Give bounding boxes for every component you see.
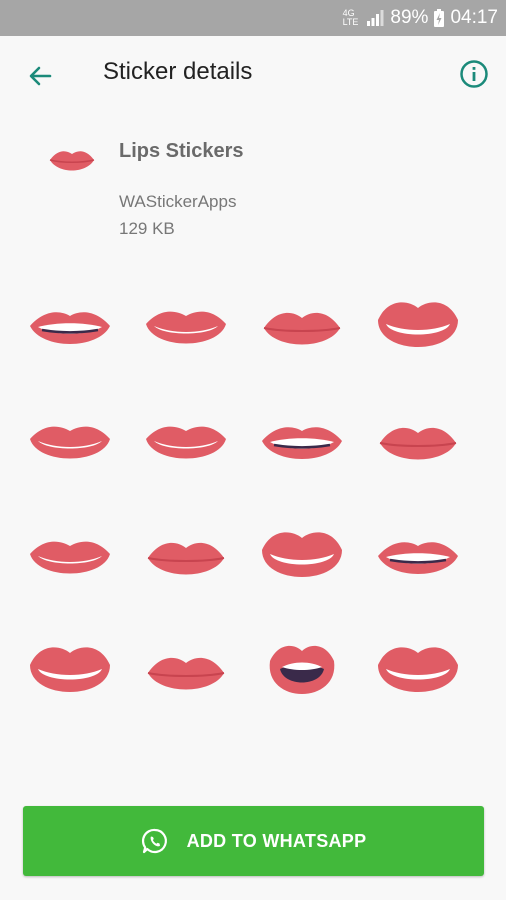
- lips-open-smile-icon: [30, 647, 110, 692]
- pack-icon-lips: [49, 151, 95, 171]
- sticker-lips-open-mouth[interactable]: [254, 625, 350, 721]
- arrow-back-icon: [29, 66, 52, 86]
- info-button[interactable]: [458, 58, 490, 90]
- sticker-lips-teeth-smile[interactable]: [370, 625, 466, 721]
- sticker-lips-big-open-smile[interactable]: [254, 510, 350, 606]
- sticker-lips-pout[interactable]: [138, 510, 234, 606]
- sticker-lips-smile-teeth[interactable]: [138, 280, 234, 376]
- lips-closed-flat-icon: [147, 657, 225, 690]
- lips-open-mouth-icon: [269, 645, 335, 694]
- network-subtype: LTE: [342, 17, 359, 27]
- lips-grin-smirk-icon: [378, 542, 458, 574]
- lips-pout-icon: [147, 542, 225, 575]
- status-indicators: 4G LTE 89% 04:17: [343, 0, 498, 36]
- sticker-lips-grin-smirk[interactable]: [370, 510, 466, 606]
- lips-wide-smile-icon: [30, 541, 110, 574]
- lips-big-open-smile-icon: [262, 532, 342, 577]
- sticker-lips-closed[interactable]: [254, 280, 350, 376]
- lips-grin-teeth-icon: [262, 427, 342, 459]
- battery-charging-icon: [434, 9, 445, 27]
- sticker-lips-open-smile[interactable]: [22, 625, 118, 721]
- pack-publisher: WAStickerApps: [119, 192, 237, 211]
- lips-smile-teeth-icon: [146, 426, 226, 459]
- back-button[interactable]: [22, 58, 58, 94]
- sticker-lips-big-smile[interactable]: [370, 280, 466, 376]
- status-bar: 4G LTE 89% 04:17: [0, 0, 506, 36]
- lips-teeth-smile-icon: [378, 647, 458, 692]
- sticker-lips-smile-teeth[interactable]: [138, 395, 234, 491]
- sticker-lips-closed-flat[interactable]: [138, 625, 234, 721]
- add-to-whatsapp-button[interactable]: ADD TO WHATSAPP: [23, 806, 484, 876]
- pack-name: Lips Stickers: [119, 140, 244, 162]
- sticker-grid: [22, 280, 484, 740]
- sticker-lips-wide-smile[interactable]: [22, 395, 118, 491]
- pack-size: 129 KB: [119, 219, 175, 238]
- sticker-lips-closed-flat[interactable]: [370, 395, 466, 491]
- page-title: Sticker details: [103, 58, 253, 85]
- add-button-label: ADD TO WHATSAPP: [186, 830, 367, 851]
- whatsapp-icon: [141, 828, 167, 854]
- info-icon: [460, 60, 488, 88]
- signal-icon: [367, 10, 384, 26]
- lips-closed-icon: [263, 312, 341, 345]
- lips-smile-grin-icon: [30, 312, 110, 344]
- sticker-lips-wide-smile[interactable]: [22, 510, 118, 606]
- lips-big-smile-icon: [378, 302, 458, 347]
- clock: 04:17: [450, 7, 498, 28]
- battery-percent: 89%: [390, 7, 429, 28]
- app-bar: Sticker details: [0, 36, 506, 112]
- lips-smile-teeth-icon: [146, 311, 226, 344]
- lips-wide-smile-icon: [30, 426, 110, 459]
- lips-closed-flat-icon: [379, 427, 457, 460]
- network-indicator: 4G LTE: [343, 9, 359, 27]
- sticker-lips-grin-teeth[interactable]: [254, 395, 350, 491]
- sticker-lips-smile-grin[interactable]: [22, 280, 118, 376]
